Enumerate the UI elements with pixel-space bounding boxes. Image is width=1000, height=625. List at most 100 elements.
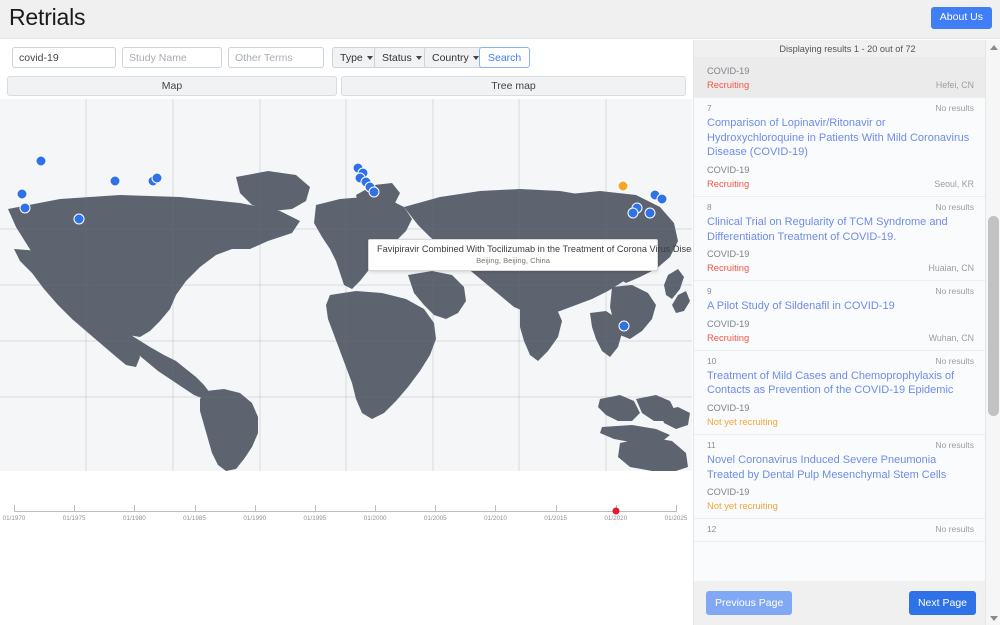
timeline-tick [255, 505, 256, 512]
view-tab-bar: Map Tree map [0, 76, 692, 98]
timeline-tick [315, 505, 316, 512]
map-tooltip-location: Beijing, Beijing, China [377, 256, 649, 265]
map-marker[interactable] [657, 194, 668, 205]
map-marker[interactable] [619, 321, 630, 332]
timeline-tick [375, 505, 376, 512]
app-brand: Retrials [9, 4, 85, 31]
country-dropdown[interactable]: Country [424, 47, 487, 68]
result-title-link[interactable]: Novel Coronavirus Induced Severe Pneumon… [707, 453, 974, 482]
timeline-tick-label: 01/2020 [604, 515, 627, 522]
world-map-svg [0, 99, 692, 471]
result-status-badge: No results [935, 286, 974, 296]
search-button[interactable]: Search [479, 47, 530, 68]
result-item-header: 7No results [707, 103, 974, 113]
timeline-tick-label: 01/1995 [304, 515, 327, 522]
map-marker[interactable] [645, 208, 656, 219]
type-dropdown-label: Type [340, 52, 363, 64]
result-index: 11 [707, 440, 716, 450]
result-item[interactable]: 8No results Clinical Trial on Regularity … [694, 197, 986, 281]
recruitment-status: Not yet recruiting [707, 416, 778, 427]
map-marker[interactable] [74, 214, 85, 225]
timeline-panel[interactable]: 01/197001/197501/198001/198501/199001/19… [0, 471, 692, 625]
timeline-tick [495, 505, 496, 512]
result-item-footer: RecruitingHuaian, CN [707, 262, 974, 273]
map-marker[interactable] [17, 189, 28, 200]
result-item[interactable]: 10 No results Treatment of Mild Cases and … [694, 351, 986, 435]
status-dropdown[interactable]: Status [374, 47, 430, 68]
result-condition: COVID-19 [707, 249, 974, 259]
map-marker[interactable] [20, 203, 31, 214]
timeline-axis [14, 511, 676, 512]
scroll-down-button[interactable] [986, 611, 1000, 625]
result-condition: COVID-19 [707, 403, 974, 413]
result-item-footer: Not yet recruiting [707, 416, 974, 427]
result-item-header: 8No results [707, 202, 974, 212]
recruitment-status: Recruiting [707, 262, 749, 273]
result-title-link[interactable]: of Corona Virus Disease 2019 [707, 57, 974, 61]
result-item[interactable]: 9No resultsA Pilot Study of Sildenafil i… [694, 281, 986, 351]
map-graticule [0, 99, 692, 471]
tab-map[interactable]: Map [7, 76, 337, 96]
timeline-tick-label: 01/2015 [544, 515, 567, 522]
result-item-header: 10 No results [707, 356, 974, 366]
map-marker[interactable] [369, 187, 380, 198]
result-location: Wuhan, CN [929, 333, 974, 343]
results-scrollbar[interactable] [985, 40, 1000, 625]
about-us-button[interactable]: About Us [931, 7, 992, 29]
timeline-tick-label: 01/1990 [243, 515, 266, 522]
top-navbar: Retrials About Us [0, 0, 1000, 39]
timeline-tick [74, 505, 75, 512]
result-index: 7 [707, 103, 712, 113]
result-status-badge: No results [935, 440, 974, 450]
recruitment-status: Recruiting [707, 178, 749, 189]
chevron-down-icon [416, 56, 422, 60]
pagination-bar: Previous Page Next Page [694, 581, 986, 625]
recruitment-status: Not yet recruiting [707, 500, 778, 511]
scrollbar-thumb[interactable] [988, 216, 999, 416]
tab-tree-map[interactable]: Tree map [341, 76, 686, 96]
condition-input[interactable] [12, 47, 116, 68]
result-item-header: 11 No results [707, 440, 974, 450]
map-marker[interactable] [110, 176, 121, 187]
result-item[interactable]: 7No results Comparison of Lopinavir/Riton… [694, 98, 986, 197]
result-item[interactable]: 12No results [694, 519, 986, 542]
scroll-up-button[interactable] [986, 40, 1000, 54]
results-list[interactable]: of Corona Virus Disease 2019 COVID-19 Recr… [694, 57, 986, 597]
previous-page-button[interactable]: Previous Page [706, 591, 792, 615]
timeline-tick [195, 505, 196, 512]
result-condition: COVID-19 [707, 487, 974, 497]
chevron-down-icon [473, 56, 479, 60]
result-item[interactable]: 11 No results Novel Coronavirus Induced Se… [694, 435, 986, 519]
map-marker[interactable] [618, 181, 629, 192]
country-dropdown-label: Country [432, 52, 469, 64]
next-page-button[interactable]: Next Page [909, 591, 976, 615]
timeline-tick [134, 505, 135, 512]
other-terms-input[interactable] [228, 47, 324, 68]
result-title-link[interactable]: Comparison of Lopinavir/Ritonavir or Hyd… [707, 116, 974, 160]
result-title-link[interactable]: A Pilot Study of Sildenafil in COVID-19 [707, 299, 974, 314]
result-title-link[interactable]: Treatment of Mild Cases and Chemoprophyl… [707, 369, 974, 398]
map-tooltip: Favipiravir Combined With Tocilizumab in… [368, 239, 658, 271]
result-status-badge: No results [935, 202, 974, 212]
results-count-label: Displaying results 1 - 20 out of 72 [694, 40, 1000, 57]
timeline-tick-label: 01/2000 [364, 515, 387, 522]
result-status-badge: No results [935, 356, 974, 366]
world-map[interactable]: Favipiravir Combined With Tocilizumab in… [0, 99, 692, 471]
timeline-data-point[interactable] [612, 508, 619, 515]
result-item[interactable]: of Corona Virus Disease 2019COVID-19Recr… [694, 57, 986, 98]
timeline-tick-label: 01/2025 [665, 515, 688, 522]
map-marker[interactable] [628, 208, 639, 219]
result-item-footer: RecruitingHefei, CN [707, 79, 974, 90]
status-dropdown-label: Status [382, 52, 412, 64]
timeline-tick [14, 505, 15, 512]
recruitment-status: Recruiting [707, 332, 749, 343]
result-item-footer: Recruiting Wuhan, CN [707, 332, 974, 343]
map-marker[interactable] [152, 173, 163, 184]
study-name-input[interactable] [122, 47, 222, 68]
result-title-link[interactable]: Clinical Trial on Regularity of TCM Synd… [707, 215, 974, 244]
search-toolbar: Type Status Country Search [0, 40, 692, 75]
result-location: Seoul, KR [934, 179, 974, 189]
result-index: 10 [707, 356, 716, 366]
triangle-down-icon [990, 616, 998, 621]
map-marker[interactable] [36, 156, 47, 167]
